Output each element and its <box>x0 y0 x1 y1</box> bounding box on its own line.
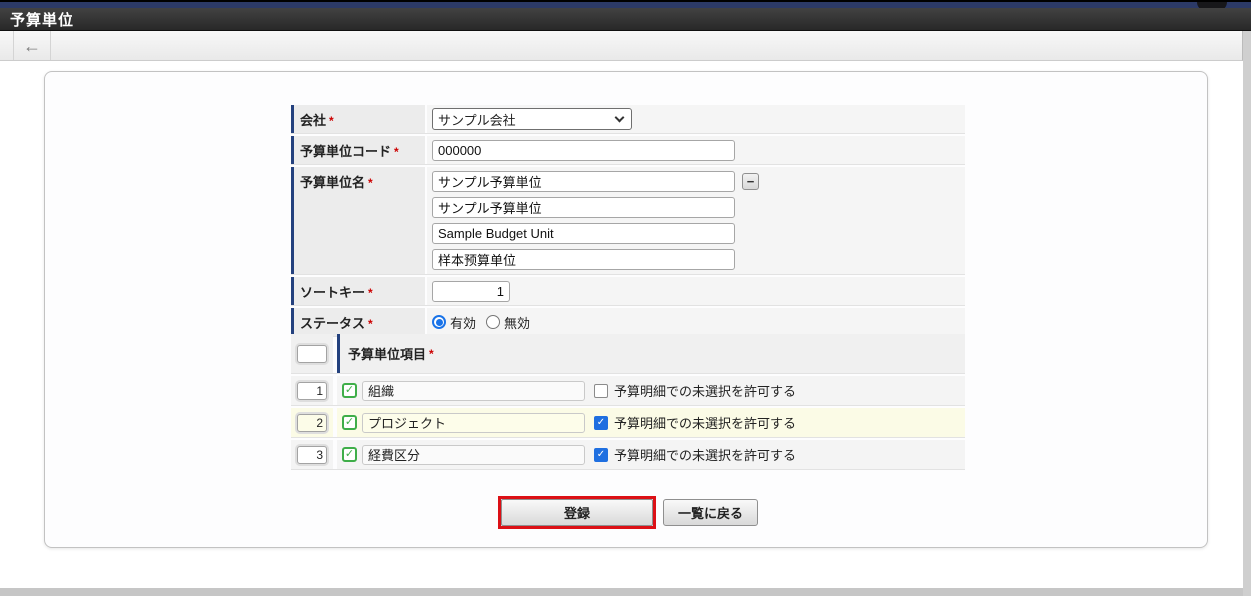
label-text: ステータス <box>300 316 366 331</box>
item-row-project: ✓ ✓ 予算明細での未選択を許可する <box>291 408 965 438</box>
screen: 予算単位 ← 会社 * サンプル会社 予算単位コード * 000000 予算単位… <box>0 0 1251 596</box>
company-field-cell: サンプル会社 <box>427 105 965 133</box>
items-header-row: 予算単位項目 * <box>291 334 965 374</box>
items-header-cell: 予算単位項目 * <box>337 334 965 373</box>
item-num-cell <box>291 408 333 437</box>
allow-unselected-label: 予算明細での未選択を許可する <box>614 416 797 431</box>
radio-icon <box>486 315 501 329</box>
toolbar: ← <box>0 31 1243 61</box>
status-label: ステータス * <box>291 308 425 336</box>
check-icon: ✓ <box>344 416 355 428</box>
allow-unselected-checkbox[interactable]: ✓ <box>594 447 608 462</box>
item-order-input[interactable] <box>297 445 327 464</box>
item-main-cell: ✓ ✓ 予算明細での未選択を許可する <box>337 440 965 469</box>
item-name-input[interactable] <box>362 444 585 465</box>
name-field-cell: − <box>427 167 965 274</box>
required-asterisk: * <box>329 114 334 128</box>
items-header-number-box[interactable] <box>297 344 327 363</box>
name-line-zh <box>432 249 735 270</box>
page-title: 予算単位 <box>10 11 75 29</box>
required-asterisk: * <box>394 145 399 159</box>
company-select-value: サンプル会社 <box>438 112 516 128</box>
item-name-input[interactable] <box>362 412 585 433</box>
budget-unit-items-table: 予算単位項目* ✓ ✓ 予算明細での未選択を許可する <box>291 334 965 472</box>
back-arrow-icon: ← <box>23 35 41 56</box>
item-enabled-checkbox[interactable]: ✓ <box>342 415 357 430</box>
items-header-num-cell <box>291 334 333 373</box>
allow-unselected-label: 予算明細での未選択を許可する <box>614 448 797 463</box>
name-label: 予算単位名 * <box>291 167 425 274</box>
company-select[interactable]: サンプル会社 <box>432 108 632 130</box>
form-row-company: 会社 * サンプル会社 <box>291 105 965 134</box>
items-header-label: 予算単位項目 <box>348 347 427 362</box>
budget-unit-form: 会社 * サンプル会社 予算単位コード * 000000 予算単位名 * サンプ… <box>291 105 965 339</box>
label-text: 予算単位名 <box>300 175 366 190</box>
sortkey-field-cell <box>427 277 965 305</box>
sortkey-label: ソートキー * <box>291 277 425 305</box>
budget-unit-code-input[interactable] <box>432 139 735 161</box>
item-name-input[interactable] <box>362 380 585 401</box>
minus-icon: − <box>746 174 755 189</box>
check-icon: ✓ <box>344 448 355 460</box>
required-asterisk: * <box>429 346 434 361</box>
label-text: ソートキー <box>300 285 366 300</box>
form-row-status: ステータス * 有効 無効 <box>291 308 965 337</box>
item-num-cell <box>291 440 333 469</box>
radio-label: 有効 <box>450 315 477 331</box>
name-line-ja2 <box>432 197 735 218</box>
required-asterisk: * <box>368 176 373 190</box>
submit-button[interactable]: 登録 <box>500 499 653 526</box>
item-row-expense-category: ✓ ✓ 予算明細での未選択を許可する <box>291 440 965 470</box>
code-label: 予算単位コード * <box>291 136 425 164</box>
form-row-sortkey: ソートキー * <box>291 277 965 306</box>
label-text: 会社 <box>300 113 327 128</box>
item-row-organization: ✓ ✓ 予算明細での未選択を許可する <box>291 376 965 406</box>
budget-unit-name-ja2-input[interactable] <box>432 197 735 218</box>
chevron-down-icon <box>614 112 625 123</box>
required-asterisk: * <box>368 317 373 331</box>
check-icon: ✓ <box>344 384 355 396</box>
form-panel: 会社 * サンプル会社 予算単位コード * 000000 予算単位名 * サンプ… <box>44 71 1208 548</box>
item-order-input[interactable] <box>297 381 327 400</box>
item-main-cell: ✓ ✓ 予算明細での未選択を許可する <box>337 376 965 405</box>
status-radio-group: 有効 無効 <box>432 313 530 332</box>
back-to-list-button[interactable]: 一覧に戻る <box>662 499 758 526</box>
status-field-cell: 有効 無効 <box>427 308 965 336</box>
company-label: 会社 * <box>291 105 425 133</box>
status-radio-inactive[interactable]: 無効 <box>486 313 530 332</box>
allow-unselected-label: 予算明細での未選択を許可する <box>614 384 797 399</box>
budget-unit-name-zh-input[interactable] <box>432 249 735 270</box>
item-num-cell <box>291 376 333 405</box>
back-button[interactable]: ← <box>13 31 51 60</box>
right-edge-strip <box>1243 31 1251 596</box>
required-asterisk: * <box>368 286 373 300</box>
item-enabled-checkbox[interactable]: ✓ <box>342 447 357 462</box>
form-row-code: 予算単位コード * <box>291 136 965 165</box>
budget-unit-name-ja-input[interactable] <box>432 171 735 192</box>
allow-unselected-checkbox[interactable]: ✓ <box>594 383 608 398</box>
submit-annotation-frame: 登録 <box>497 496 656 529</box>
item-main-cell: ✓ ✓ 予算明細での未選択を許可する <box>337 408 965 437</box>
label-text: 予算単位コード <box>300 144 392 159</box>
action-buttons: 登録 一覧に戻る <box>291 496 965 529</box>
sort-key-input[interactable] <box>432 280 510 302</box>
name-line-ja: − <box>432 171 759 192</box>
remove-name-button[interactable]: − <box>742 173 759 190</box>
radio-label: 無効 <box>504 315 531 331</box>
bottom-scrollbar-strip[interactable] <box>0 588 1243 596</box>
item-enabled-checkbox[interactable]: ✓ <box>342 383 357 398</box>
radio-icon <box>432 315 446 329</box>
budget-unit-name-en-input[interactable] <box>432 223 735 244</box>
allow-unselected-checkbox[interactable]: ✓ <box>594 415 608 430</box>
code-field-cell <box>427 136 965 164</box>
status-radio-active[interactable]: 有効 <box>432 313 476 332</box>
name-line-en <box>432 223 735 244</box>
app-header: 予算単位 <box>0 8 1251 31</box>
item-order-input[interactable] <box>297 413 327 432</box>
form-row-name: 予算単位名* − <box>291 167 965 275</box>
